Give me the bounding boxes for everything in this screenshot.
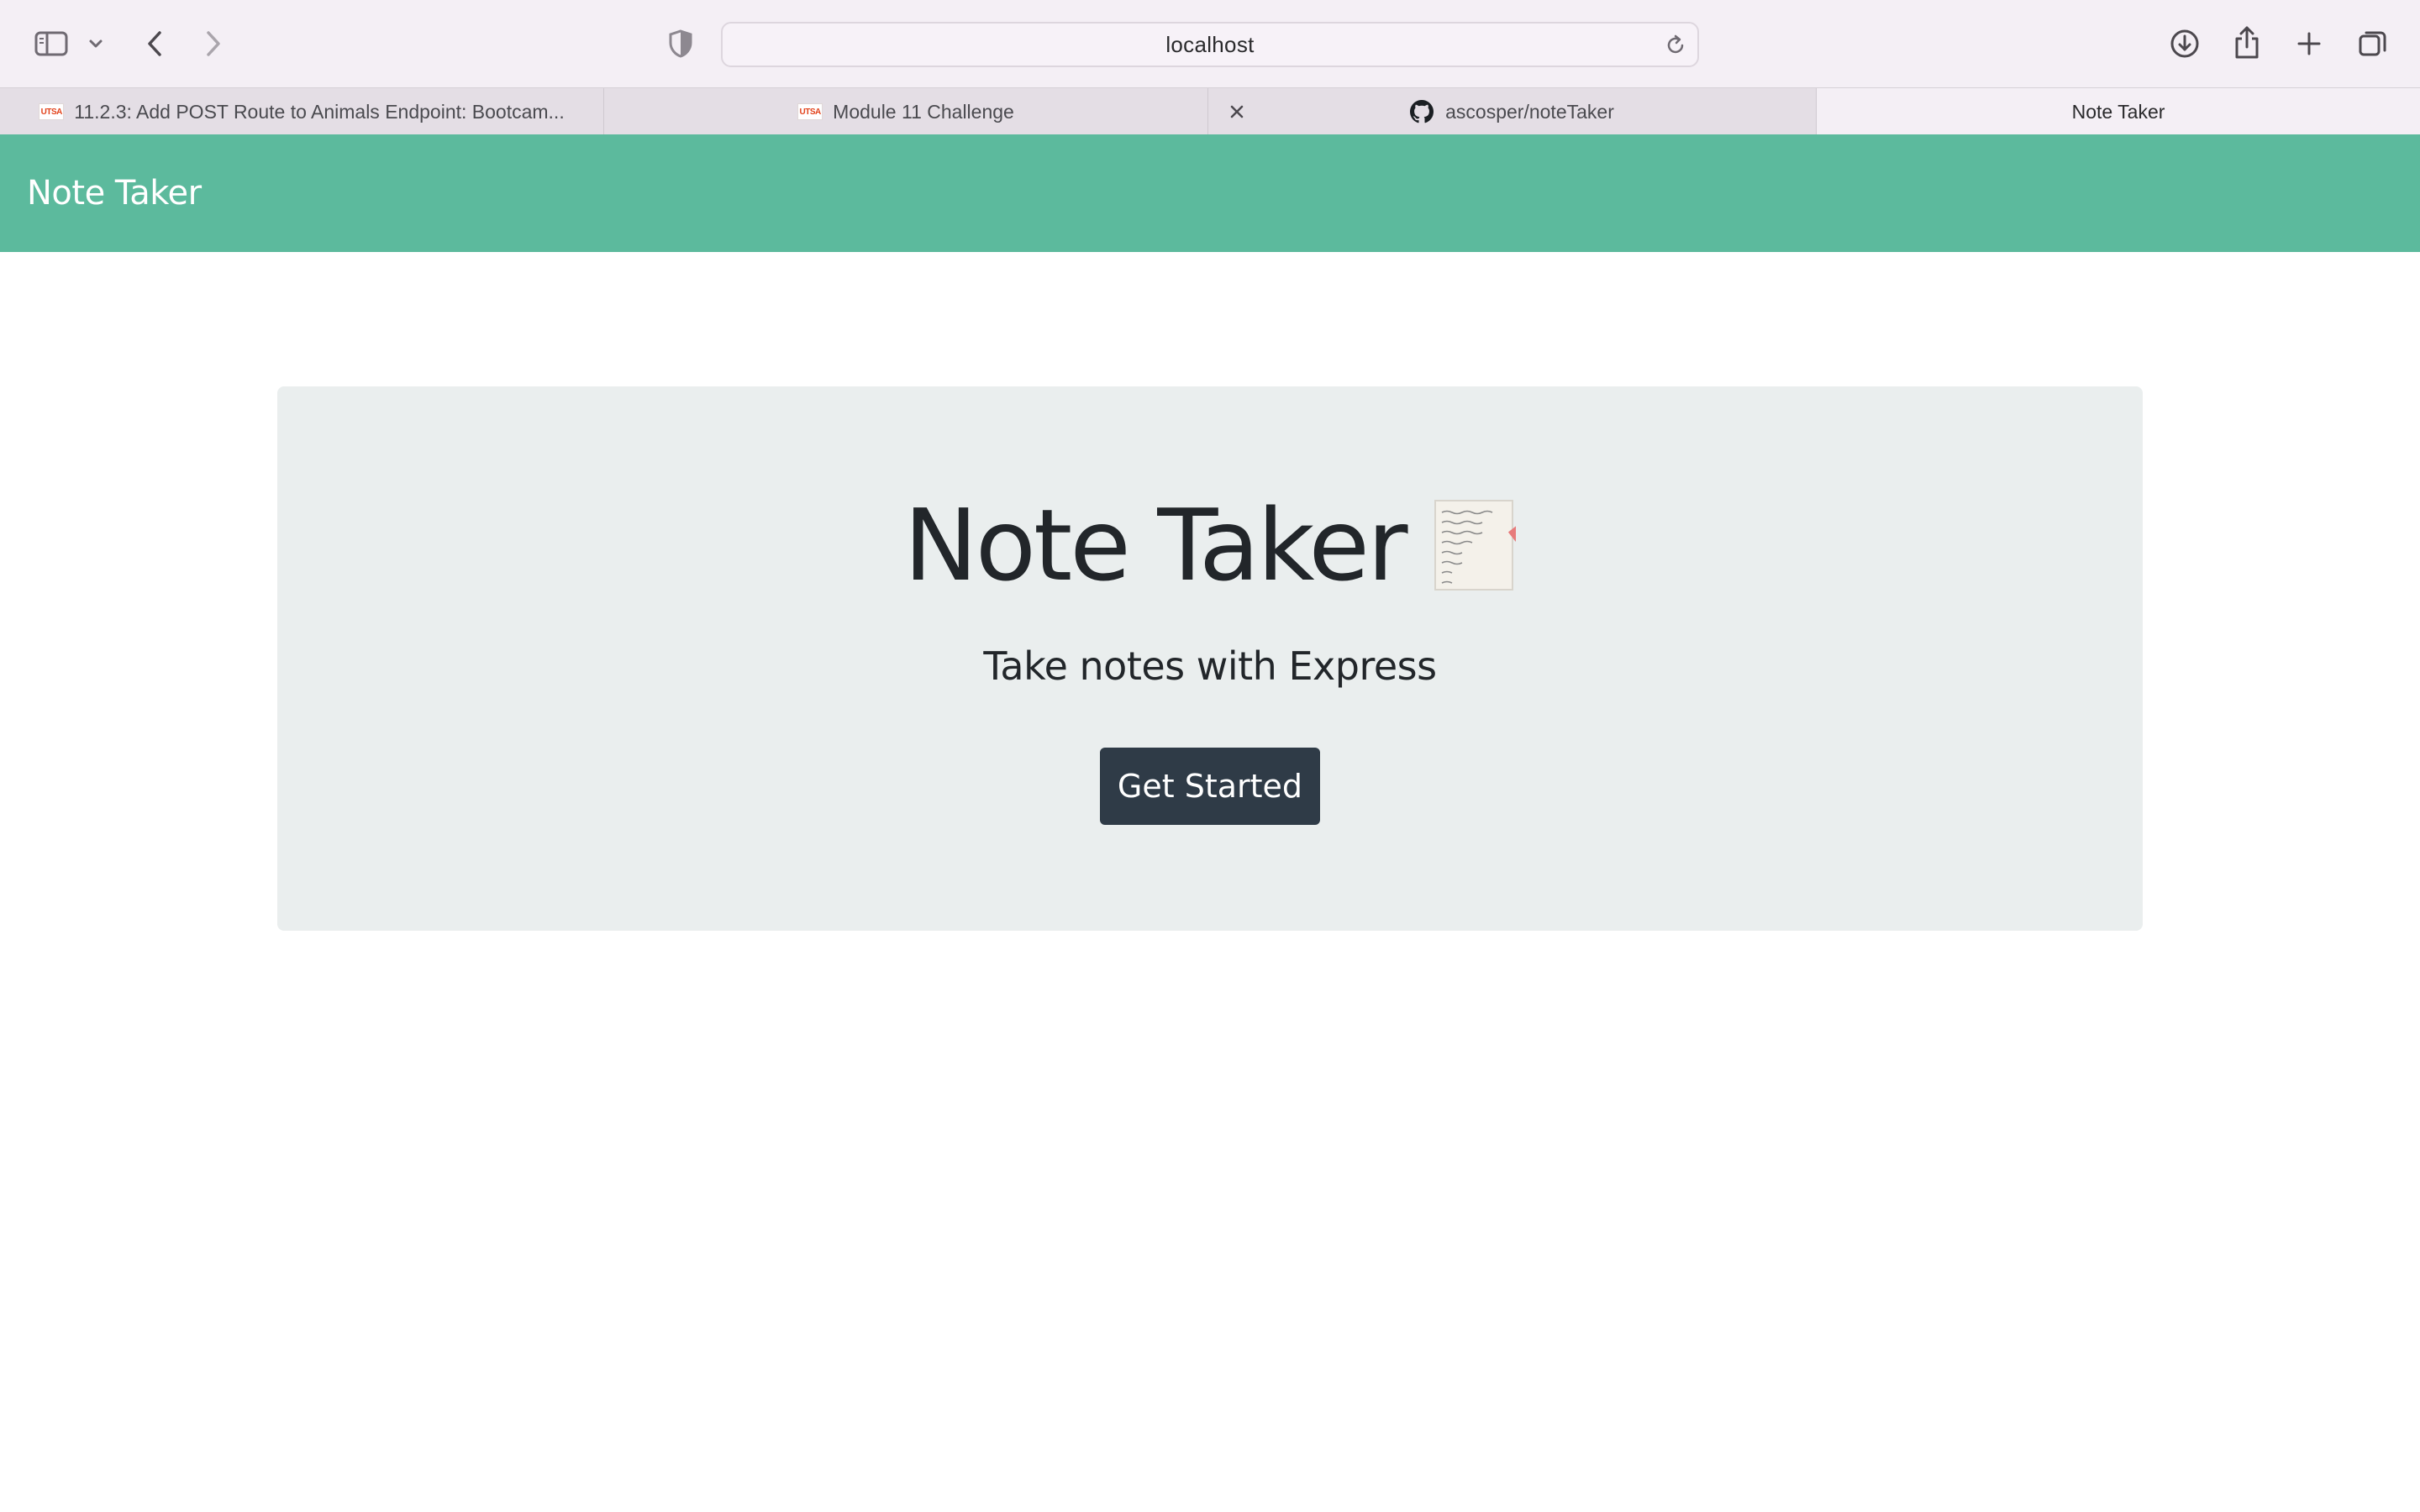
title-row: Note Taker	[277, 496, 2143, 595]
memo-pencil-icon	[1434, 499, 1565, 593]
navbar-brand[interactable]: Note Taker	[27, 174, 202, 213]
tab-module-11-challenge[interactable]: UTSA Module 11 Challenge	[604, 88, 1208, 135]
utsa-logo-icon: UTSA	[797, 103, 823, 120]
forward-icon[interactable]	[197, 25, 230, 62]
close-icon[interactable]	[1225, 100, 1249, 123]
downloads-icon[interactable]	[2166, 25, 2203, 62]
reload-icon[interactable]	[1662, 32, 1689, 59]
tab-github-notetaker[interactable]: ascosper/noteTaker	[1208, 88, 1817, 135]
chevron-down-icon[interactable]	[84, 32, 108, 55]
jumbotron: Note Taker Take notes with Express Get S…	[277, 386, 2143, 931]
tab-label: Note Taker	[2071, 100, 2165, 123]
github-icon	[1410, 100, 1434, 123]
address-text: localhost	[1165, 31, 1255, 57]
navbar: Note Taker	[0, 134, 2420, 252]
privacy-shield-icon[interactable]	[664, 27, 697, 60]
back-icon[interactable]	[138, 25, 171, 62]
tab-strip: UTSA 11.2.3: Add POST Route to Animals E…	[0, 87, 2420, 135]
tab-post-route[interactable]: UTSA 11.2.3: Add POST Route to Animals E…	[0, 88, 604, 135]
utsa-logo-icon: UTSA	[39, 103, 65, 120]
new-tab-icon[interactable]	[2292, 25, 2326, 62]
get-started-button[interactable]: Get Started	[1100, 748, 1320, 825]
share-icon[interactable]	[2228, 24, 2265, 62]
address-bar[interactable]: localhost	[721, 22, 1699, 67]
tab-label: 11.2.3: Add POST Route to Animals Endpoi…	[74, 100, 565, 123]
browser-toolbar: localhost	[0, 0, 2420, 87]
tab-note-taker[interactable]: Note Taker	[1817, 88, 2420, 135]
page-title: Note Taker	[903, 487, 1408, 603]
sidebar-toggle-icon[interactable]	[32, 27, 71, 60]
tab-label: Module 11 Challenge	[833, 100, 1014, 123]
tab-label: ascosper/noteTaker	[1445, 100, 1614, 123]
page-subtitle: Take notes with Express	[983, 643, 1437, 689]
tab-overview-icon[interactable]	[2354, 25, 2391, 62]
